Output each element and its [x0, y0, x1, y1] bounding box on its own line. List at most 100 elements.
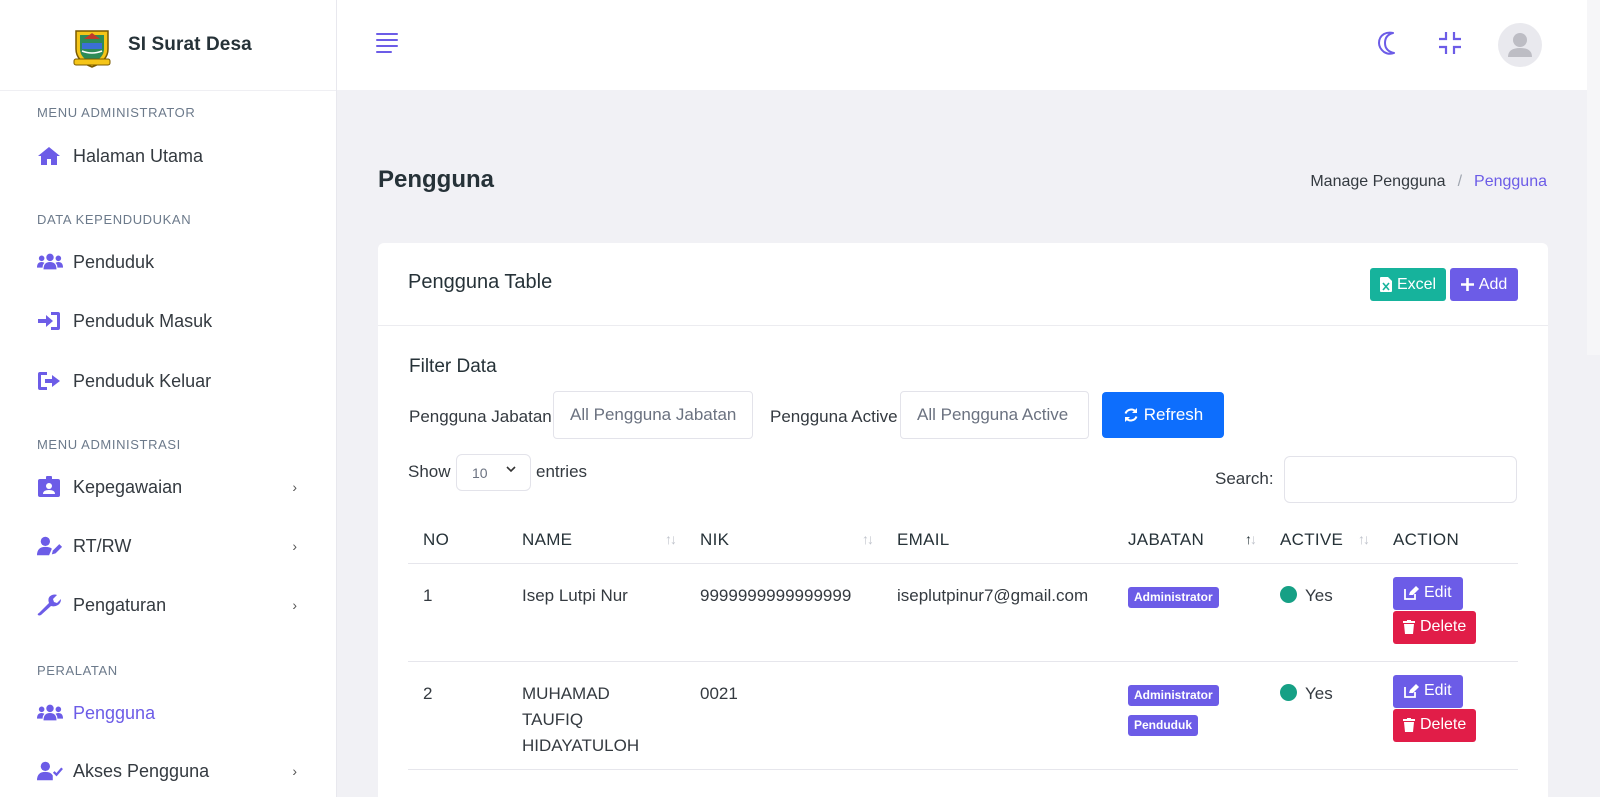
filter-title: Filter Data	[409, 356, 497, 377]
cell-name: MUHAMAD TAUFIQ HIDAYATULOH	[507, 661, 685, 770]
chevron-right-icon: ›	[292, 538, 297, 554]
sign-out-icon	[37, 370, 63, 392]
filter-active-label: Pengguna Active	[770, 407, 898, 426]
trash-icon	[1403, 620, 1415, 634]
excel-button[interactable]: Excel	[1370, 268, 1446, 301]
cell-email: iseplutpinur7@gmail.com	[882, 563, 1113, 662]
edit-label: Edit	[1424, 584, 1452, 601]
jabatan-badge: Penduduk	[1128, 714, 1199, 736]
delete-button[interactable]: Delete	[1393, 610, 1477, 644]
sidebar-item-penduduk-masuk[interactable]: Penduduk Masuk	[37, 310, 297, 332]
col-action: ACTION	[1378, 517, 1518, 564]
sidebar-item-label: Akses Pengguna	[73, 760, 210, 781]
brand[interactable]: SI Surat Desa	[0, 0, 336, 91]
add-label: Add	[1478, 275, 1508, 293]
add-button[interactable]: Add	[1450, 268, 1518, 301]
refresh-button[interactable]: Refresh	[1102, 392, 1224, 438]
show-label: Show	[408, 462, 451, 481]
exit-fullscreen-icon[interactable]	[1437, 30, 1463, 56]
user-silhouette-icon	[1508, 33, 1532, 57]
col-name-label: NAME	[522, 529, 573, 549]
col-jabatan-label: JABATAN	[1128, 529, 1205, 549]
edit-button[interactable]: Edit	[1393, 674, 1463, 708]
breadcrumb-manage-pengguna[interactable]: Manage Pengguna	[1310, 173, 1445, 191]
cell-nik: 0021	[685, 661, 882, 770]
users-icon	[37, 251, 63, 273]
chevron-down-icon	[506, 464, 516, 476]
col-nik[interactable]: NIK ↑↓	[685, 517, 882, 564]
brand-name: SI Surat Desa	[128, 34, 252, 55]
user-edit-icon	[37, 535, 63, 557]
sidebar-item-kepegawaian[interactable]: Kepegawaian ›	[37, 476, 297, 498]
sidebar-item-pengaturan[interactable]: Pengaturan ›	[37, 594, 297, 616]
edit-button[interactable]: Edit	[1393, 576, 1463, 610]
filter-active-select[interactable]: All Pengguna Active	[900, 391, 1089, 439]
edit-icon	[1404, 586, 1419, 600]
file-excel-icon	[1379, 277, 1392, 292]
user-avatar[interactable]	[1498, 23, 1542, 67]
jabatan-badge: Administrator	[1128, 684, 1219, 706]
village-logo	[73, 30, 111, 68]
sidebar: SI Surat Desa MENU ADMINISTRATOR Halaman…	[0, 0, 337, 797]
dark-mode-moon-icon[interactable]	[1376, 30, 1402, 56]
sidebar-item-halaman-utama[interactable]: Halaman Utama	[37, 145, 297, 167]
table-header-row: NO NAME ↑↓ NIK ↑↓ EMAIL JABATAN ↑↓ ACTIVE ↑↓…	[408, 517, 1518, 564]
col-nik-label: NIK	[700, 529, 730, 549]
cell-jabatan: Administrator	[1113, 563, 1265, 662]
sidebar-item-penduduk-keluar[interactable]: Penduduk Keluar	[37, 370, 297, 392]
col-no[interactable]: NO	[408, 517, 507, 564]
delete-button[interactable]: Delete	[1393, 708, 1477, 742]
col-active[interactable]: ACTIVE ↑↓	[1265, 517, 1378, 564]
sidebar-item-pengguna[interactable]: Pengguna	[37, 702, 297, 724]
users-icon	[37, 702, 63, 724]
menu-toggle-icon[interactable]	[376, 33, 400, 53]
sort-ascending-icon: ↑↓	[1245, 531, 1257, 547]
topbar	[337, 0, 1587, 90]
refresh-icon	[1123, 407, 1139, 423]
section-menu-administrator: MENU ADMINISTRATOR	[37, 105, 196, 120]
plus-icon	[1460, 278, 1474, 291]
entries-label: entries	[536, 462, 588, 481]
col-jabatan[interactable]: JABATAN ↑↓	[1113, 517, 1265, 564]
sidebar-item-label: Penduduk Masuk	[73, 310, 213, 331]
edit-label: Edit	[1424, 682, 1452, 699]
cell-name: Isep Lutpi Nur	[507, 563, 685, 662]
sidebar-item-label: Penduduk	[73, 251, 155, 272]
trash-icon	[1403, 718, 1415, 732]
cell-jabatan: Administrator Penduduk	[1113, 661, 1265, 770]
sidebar-item-label: Kepegawaian	[73, 476, 183, 497]
cell-no: 1	[408, 563, 507, 662]
col-email[interactable]: EMAIL	[882, 517, 1113, 564]
filter-jabatan-select[interactable]: All Pengguna Jabatan	[553, 391, 753, 439]
sidebar-item-akses-pengguna[interactable]: Akses Pengguna ›	[37, 760, 297, 782]
user-check-icon	[37, 760, 63, 782]
search-input[interactable]	[1284, 456, 1517, 503]
scrollbar[interactable]	[1587, 0, 1600, 355]
active-status-dot	[1280, 683, 1297, 701]
wrench-icon	[37, 594, 63, 616]
delete-label: Delete	[1420, 716, 1467, 733]
sidebar-item-rt-rw[interactable]: RT/RW ›	[37, 535, 297, 557]
home-icon	[37, 145, 63, 167]
edit-icon	[1404, 684, 1419, 698]
cell-action: Edit Delete	[1378, 563, 1518, 662]
cell-active: Yes	[1265, 661, 1378, 770]
sign-in-icon	[37, 310, 63, 332]
pengguna-table: NO NAME ↑↓ NIK ↑↓ EMAIL JABATAN ↑↓ ACTIVE ↑↓…	[408, 517, 1518, 770]
cell-action: Edit Delete	[1378, 661, 1518, 770]
search-label: Search:	[1215, 469, 1274, 488]
filter-jabatan-label: Pengguna Jabatan	[409, 407, 552, 426]
sidebar-item-penduduk[interactable]: Penduduk	[37, 251, 297, 273]
chevron-right-icon: ›	[292, 763, 297, 779]
cell-email	[882, 661, 1113, 770]
chevron-right-icon: ›	[292, 597, 297, 613]
entries-select[interactable]: 10	[456, 454, 531, 491]
sort-icon: ↑↓	[862, 531, 874, 547]
active-status-text: Yes	[1305, 585, 1333, 605]
sort-icon: ↑↓	[665, 531, 677, 547]
col-name[interactable]: NAME ↑↓	[507, 517, 685, 564]
chevron-right-icon: ›	[292, 479, 297, 495]
active-status-text: Yes	[1305, 683, 1333, 703]
breadcrumb: Manage Pengguna / Pengguna	[1310, 173, 1547, 191]
section-menu-administrasi: MENU ADMINISTRASI	[37, 437, 181, 452]
